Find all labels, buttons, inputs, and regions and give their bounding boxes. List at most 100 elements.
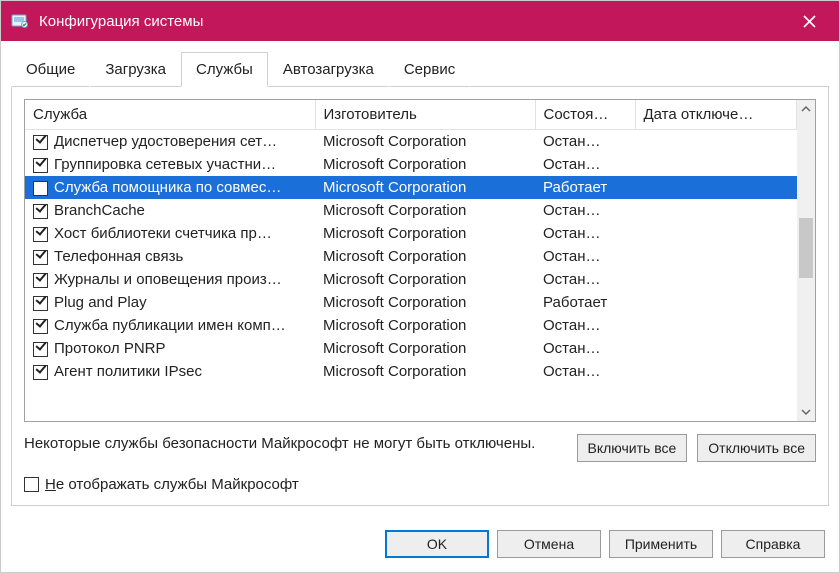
table-row[interactable]: Служба помощника по совмес… Microsoft Cor… xyxy=(25,176,797,199)
service-status: Остан… xyxy=(535,337,635,360)
window-title: Конфигурация системы xyxy=(39,13,789,30)
service-checkbox[interactable] xyxy=(33,273,48,288)
vertical-scrollbar[interactable] xyxy=(797,100,815,421)
panel-actions: Некоторые службы безопасности Майкрософт… xyxy=(24,422,816,462)
enable-all-label: Включить все xyxy=(588,440,677,456)
service-name: Хост библиотеки счетчика пр… xyxy=(54,225,272,242)
table-row[interactable]: Группировка сетевых участни…Microsoft Co… xyxy=(25,153,797,176)
enable-all-button[interactable]: Включить все xyxy=(577,434,688,462)
service-manufacturer: Microsoft Corporation xyxy=(315,360,535,383)
service-manufacturer: Microsoft Corporation xyxy=(315,291,535,314)
service-manufacturer: Microsoft Corporation xyxy=(315,337,535,360)
service-status: Остан… xyxy=(535,314,635,337)
help-label: Справка xyxy=(746,536,801,552)
service-name: Журналы и оповещения произ… xyxy=(54,271,282,288)
tab-tools[interactable]: Сервис xyxy=(389,52,470,87)
service-name: Служба публикации имен комп… xyxy=(54,317,286,334)
table-row[interactable]: BranchCache Microsoft CorporationОстан… xyxy=(25,199,797,222)
close-button[interactable] xyxy=(789,1,829,41)
scroll-track[interactable] xyxy=(797,118,815,403)
table-row[interactable]: Журналы и оповещения произ… Microsoft Cor… xyxy=(25,268,797,291)
services-list[interactable]: Служба Изготовитель Состоя… Дата отключе… xyxy=(24,99,816,422)
service-date-disabled xyxy=(635,314,797,337)
info-text: Некоторые службы безопасности Майкрософт… xyxy=(24,434,567,454)
service-date-disabled xyxy=(635,360,797,383)
service-checkbox[interactable] xyxy=(33,204,48,219)
disable-all-button[interactable]: Отключить все xyxy=(697,434,816,462)
service-manufacturer: Microsoft Corporation xyxy=(315,176,535,199)
table-row[interactable]: Plug and Play Microsoft CorporationРабота… xyxy=(25,291,797,314)
service-date-disabled xyxy=(635,268,797,291)
service-date-disabled xyxy=(635,199,797,222)
table-row[interactable]: Диспетчер удостоверения сет… Microsoft Co… xyxy=(25,130,797,154)
service-manufacturer: Microsoft Corporation xyxy=(315,130,535,154)
table-row[interactable]: Телефонная связьMicrosoft CorporationОст… xyxy=(25,245,797,268)
apply-label: Применить xyxy=(625,536,697,552)
service-date-disabled xyxy=(635,153,797,176)
tab-general[interactable]: Общие xyxy=(11,52,90,87)
service-status: Остан… xyxy=(535,268,635,291)
service-date-disabled xyxy=(635,337,797,360)
service-date-disabled xyxy=(635,222,797,245)
service-manufacturer: Microsoft Corporation xyxy=(315,199,535,222)
scroll-down-icon[interactable] xyxy=(797,403,815,421)
table-row[interactable]: Хост библиотеки счетчика пр… Microsoft Co… xyxy=(25,222,797,245)
tab-boot[interactable]: Загрузка xyxy=(90,52,181,87)
services-panel: Служба Изготовитель Состоя… Дата отключе… xyxy=(11,86,829,506)
hide-ms-checkbox[interactable] xyxy=(24,477,39,492)
table-row[interactable]: Агент политики IPsec Microsoft Corporatio… xyxy=(25,360,797,383)
service-status: Остан… xyxy=(535,360,635,383)
service-checkbox[interactable] xyxy=(33,250,48,265)
service-name: Служба помощника по совмес… xyxy=(54,179,281,196)
ok-button[interactable]: OK xyxy=(385,530,489,558)
msconfig-window: Конфигурация системы Общие Загрузка Служ… xyxy=(0,0,840,573)
service-name: BranchCache xyxy=(54,202,145,219)
hide-ms-label: Не отображать службы Майкрософт xyxy=(45,476,299,493)
col-status[interactable]: Состоя… xyxy=(535,100,635,130)
app-icon xyxy=(11,12,29,30)
service-checkbox[interactable] xyxy=(33,342,48,357)
title-bar: Конфигурация системы xyxy=(1,1,839,41)
tab-startup[interactable]: Автозагрузка xyxy=(268,52,389,87)
service-status: Остан… xyxy=(535,199,635,222)
service-name: Диспетчер удостоверения сет… xyxy=(54,133,277,150)
scroll-up-icon[interactable] xyxy=(797,100,815,118)
col-service[interactable]: Служба xyxy=(25,100,315,130)
cancel-button[interactable]: Отмена xyxy=(497,530,601,558)
service-status: Работает xyxy=(535,176,635,199)
service-manufacturer: Microsoft Corporation xyxy=(315,268,535,291)
service-status: Остан… xyxy=(535,245,635,268)
service-manufacturer: Microsoft Corporation xyxy=(315,222,535,245)
disable-all-label: Отключить все xyxy=(708,440,805,456)
service-name: Протокол PNRP xyxy=(54,340,166,357)
hide-ms-services[interactable]: Не отображать службы Майкрософт xyxy=(24,462,816,493)
service-manufacturer: Microsoft Corporation xyxy=(315,314,535,337)
service-date-disabled xyxy=(635,176,797,199)
service-status: Работает xyxy=(535,291,635,314)
service-date-disabled xyxy=(635,291,797,314)
service-checkbox[interactable] xyxy=(33,296,48,311)
col-manufacturer[interactable]: Изготовитель xyxy=(315,100,535,130)
col-date-disabled[interactable]: Дата отключе… xyxy=(635,100,797,130)
service-name: Plug and Play xyxy=(54,294,147,311)
help-button[interactable]: Справка xyxy=(721,530,825,558)
service-checkbox[interactable] xyxy=(33,158,48,173)
scroll-thumb[interactable] xyxy=(799,218,813,278)
table-row[interactable]: Служба публикации имен комп… Microsoft Co… xyxy=(25,314,797,337)
service-date-disabled xyxy=(635,130,797,154)
service-status: Остан… xyxy=(535,222,635,245)
service-checkbox[interactable] xyxy=(33,135,48,150)
ok-label: OK xyxy=(427,536,447,552)
tab-services[interactable]: Службы xyxy=(181,52,268,87)
service-checkbox[interactable] xyxy=(33,319,48,334)
service-date-disabled xyxy=(635,245,797,268)
service-manufacturer: Microsoft Corporation xyxy=(315,245,535,268)
service-checkbox[interactable] xyxy=(33,365,48,380)
service-checkbox[interactable] xyxy=(33,227,48,242)
table-row[interactable]: Протокол PNRP Microsoft CorporationОстан… xyxy=(25,337,797,360)
apply-button[interactable]: Применить xyxy=(609,530,713,558)
service-status: Остан… xyxy=(535,130,635,154)
service-checkbox[interactable] xyxy=(33,181,48,196)
service-name: Агент политики IPsec xyxy=(54,363,202,380)
tab-strip: Общие Загрузка Службы Автозагрузка Серви… xyxy=(1,41,839,86)
